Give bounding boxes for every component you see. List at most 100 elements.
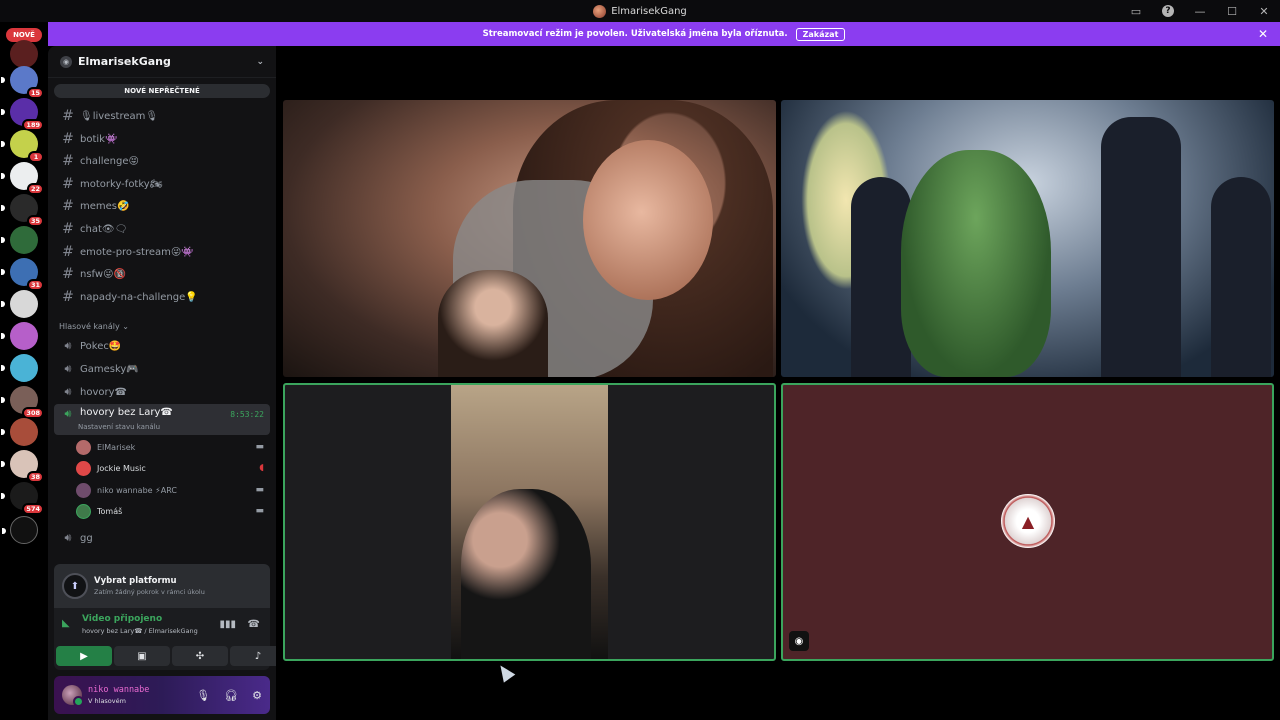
avatar: ▲ bbox=[1001, 494, 1055, 548]
username[interactable]: niko wannabe bbox=[88, 685, 149, 695]
speaker-icon: 🔊︎ bbox=[64, 531, 72, 544]
channel-livestream[interactable]: # 🎙livestream🎙 bbox=[54, 106, 270, 126]
user-panel: niko wannabe V hlasovém 🎙︎ 🎧︎ ⚙ bbox=[54, 676, 270, 714]
hash-icon: # bbox=[62, 221, 74, 237]
guild-icon[interactable]: 35 bbox=[1, 194, 44, 227]
voice-channel-gg[interactable]: 🔊︎ gg bbox=[54, 528, 270, 548]
voice-channel-gamesky[interactable]: 🔊︎ Gamesky🎮 bbox=[54, 359, 270, 379]
close-window-button[interactable]: ✕ bbox=[1248, 0, 1280, 22]
guild-icon[interactable]: 189 bbox=[1, 98, 44, 131]
speaker-icon: 🔊︎ bbox=[64, 385, 72, 398]
camera-tile[interactable] bbox=[283, 383, 776, 661]
voice-user[interactable]: niko wannabe ⚡ARC ▬ bbox=[76, 480, 270, 500]
guild-icon[interactable] bbox=[2, 516, 38, 544]
guild-icon[interactable]: 22 bbox=[1, 162, 44, 195]
channel-emote-pro-stream[interactable]: # emote-pro-stream😜👾 bbox=[54, 242, 270, 262]
green-overlay bbox=[901, 150, 1051, 377]
guild-icon[interactable] bbox=[1, 290, 38, 318]
new-unreads-pill[interactable]: NOVÉ NEPŘEČTENÉ bbox=[54, 84, 270, 98]
voice-channel-hovory-bez-lary[interactable]: 🔊︎ hovory bez Lary☎ 8:53:22 Nastavení st… bbox=[54, 404, 270, 435]
speaker-icon: 🔊︎ bbox=[64, 339, 72, 352]
voice-status[interactable]: Video připojeno bbox=[82, 614, 162, 624]
channel-status[interactable]: Nastavení stavu kanálu bbox=[78, 423, 160, 431]
quest-title: Vybrat platformu bbox=[94, 576, 177, 586]
signal-icon[interactable]: ◣ bbox=[62, 618, 70, 629]
guild-icon[interactable]: 38 bbox=[1, 450, 44, 483]
guild-icon[interactable]: 574 bbox=[1, 482, 44, 515]
guild-sidebar: NOVĚ 15 189 1 22 35 31 308 38 574 bbox=[0, 22, 48, 720]
close-icon[interactable]: ✕ bbox=[1258, 27, 1268, 41]
voice-user[interactable]: ElMarisek ▬ bbox=[76, 437, 270, 457]
server-avatar-icon bbox=[593, 4, 607, 18]
help-icon[interactable]: ? bbox=[1152, 0, 1184, 22]
disable-streamer-mode-button[interactable]: Zakázat bbox=[795, 27, 846, 41]
stream-tile[interactable] bbox=[283, 100, 776, 377]
voice-connection-panel: ◣ Video připojeno hovory bez Lary☎ / Elm… bbox=[54, 608, 286, 670]
channel-botik[interactable]: # botik👾 bbox=[54, 129, 270, 149]
quest-icon: ⬆ bbox=[62, 573, 88, 599]
streamer-mode-banner: Streamovací režim je povolen. Uživatelsk… bbox=[48, 22, 1280, 46]
channel-sidebar: ◉ ElmarisekGang ⌄ NOVÉ NEPŘEČTENÉ # 🎙live… bbox=[48, 46, 286, 720]
guild-icon[interactable]: 308 bbox=[1, 386, 44, 419]
user-status: V hlasovém bbox=[88, 697, 126, 705]
hash-icon: # bbox=[62, 176, 74, 192]
guild-icon[interactable]: 1 bbox=[1, 130, 44, 163]
guild-icon[interactable]: 31 bbox=[1, 258, 44, 291]
avatar bbox=[76, 482, 91, 498]
headphones-icon[interactable]: 🎧︎ bbox=[224, 689, 238, 702]
channel-napady-na-challenge[interactable]: # napady-na-challenge💡 bbox=[54, 287, 270, 307]
voice-channel-pokec[interactable]: 🔊︎ Pokec🤩 bbox=[54, 336, 270, 356]
hash-icon: # bbox=[62, 289, 74, 305]
guild-icon[interactable]: 15 bbox=[1, 66, 44, 99]
video-camera-icon: ▬ bbox=[255, 485, 264, 495]
server-boost-icon: ◉ bbox=[60, 55, 72, 68]
maximize-button[interactable]: ☐ bbox=[1216, 0, 1248, 22]
camera-button[interactable]: ▶ bbox=[56, 646, 112, 666]
avatar bbox=[76, 503, 91, 519]
avatar[interactable] bbox=[62, 685, 84, 707]
channel-nsfw[interactable]: # nsfw😜🔞 bbox=[54, 264, 270, 284]
banner-text: Streamovací režim je povolen. Uživatelsk… bbox=[482, 29, 788, 39]
speaker-icon: 🔊︎ bbox=[64, 362, 72, 375]
guild-icon[interactable] bbox=[10, 40, 38, 68]
title-bar: ElmarisekGang ▭ ? — ☐ ✕ bbox=[0, 0, 1280, 22]
hash-icon: # bbox=[62, 131, 74, 147]
hash-icon: # bbox=[62, 266, 74, 282]
screen-share-button[interactable]: ▣ bbox=[114, 646, 170, 666]
guild-icon[interactable] bbox=[1, 418, 38, 446]
channel-memes[interactable]: # memes🤣 bbox=[54, 196, 270, 216]
guild-icon[interactable] bbox=[1, 322, 38, 350]
hash-icon: # bbox=[62, 198, 74, 214]
voice-user[interactable]: Jockie Music ◖ bbox=[76, 458, 270, 478]
hash-icon: # bbox=[62, 244, 74, 260]
channel-motorky-fotky[interactable]: # motorky-fotky🏍 bbox=[54, 174, 270, 194]
window-title: ElmarisekGang bbox=[611, 5, 687, 17]
webcam-overlay bbox=[438, 270, 548, 377]
gear-icon[interactable]: ⚙ bbox=[252, 689, 262, 702]
quest-panel[interactable]: ⬆ Vybrat platformu Zatím žádný pokrok v … bbox=[54, 564, 270, 608]
voice-channels-category[interactable]: Hlasové kanály ⌄ bbox=[59, 322, 129, 331]
speaker-icon: 🔊︎ bbox=[64, 407, 72, 420]
channel-chat[interactable]: # chat👁🗨 bbox=[54, 219, 270, 239]
stream-tile[interactable] bbox=[781, 100, 1274, 377]
avatar bbox=[76, 460, 91, 476]
video-camera-icon: ▬ bbox=[255, 442, 264, 452]
voice-channel-hovory[interactable]: 🔊︎ hovory☎ bbox=[54, 382, 270, 402]
guild-icon[interactable] bbox=[1, 354, 38, 382]
minimize-button[interactable]: — bbox=[1184, 0, 1216, 22]
avatar bbox=[76, 439, 91, 455]
channel-challenge[interactable]: # challenge😝 bbox=[54, 151, 270, 171]
voice-user[interactable]: Tomáš ▬ bbox=[76, 501, 270, 521]
hash-icon: # bbox=[62, 153, 74, 169]
inbox-icon[interactable]: ▭ bbox=[1120, 0, 1152, 22]
user-tile[interactable]: ▲ ◉ bbox=[781, 383, 1274, 661]
microphone-icon[interactable]: 🎙︎ bbox=[196, 689, 210, 702]
guild-icon[interactable] bbox=[1, 226, 38, 254]
activities-button[interactable]: ✣ bbox=[172, 646, 228, 666]
stream-icon[interactable]: ◉ bbox=[789, 631, 809, 651]
disconnect-icon[interactable]: ☎ bbox=[248, 619, 260, 630]
chevron-down-icon: ⌄ bbox=[256, 56, 264, 67]
noise-suppression-icon[interactable]: ▮▮▮ bbox=[219, 619, 236, 630]
server-header[interactable]: ◉ ElmarisekGang ⌄ bbox=[48, 46, 276, 78]
voice-location[interactable]: hovory bez Lary☎ / ElmarisekGang bbox=[82, 627, 198, 635]
